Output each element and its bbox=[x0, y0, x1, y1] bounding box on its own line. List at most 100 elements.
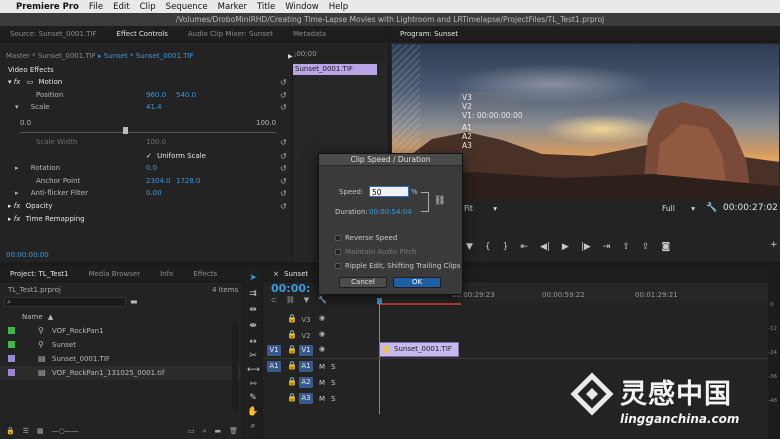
menu-title[interactable]: Title bbox=[257, 2, 275, 12]
export-frame-icon[interactable]: ◙ bbox=[661, 242, 670, 254]
go-to-out-icon[interactable]: ⇥ bbox=[603, 242, 611, 254]
step-back-icon[interactable]: ◀| bbox=[540, 242, 550, 254]
track-select-tool-icon[interactable]: ⇉ bbox=[247, 288, 259, 300]
reset-uniform-icon[interactable]: ↺ bbox=[280, 153, 288, 161]
tab-effect-controls[interactable]: Effect Controls bbox=[107, 30, 178, 38]
mute-button[interactable]: M bbox=[319, 395, 325, 403]
rotation-row[interactable]: ▸ Rotation bbox=[15, 162, 60, 174]
new-item-icon[interactable]: ▭ bbox=[188, 427, 195, 437]
clear-icon[interactable]: 🗑 bbox=[229, 427, 238, 437]
tab-timeline-sunset[interactable]: × Sunset bbox=[263, 270, 318, 278]
scale-slider-track[interactable] bbox=[20, 132, 276, 133]
add-marker-icon[interactable]: ▼ bbox=[304, 296, 309, 304]
list-view-icon[interactable]: ☰ bbox=[23, 427, 29, 437]
maintain-pitch-checkbox[interactable] bbox=[335, 249, 341, 255]
solo-button[interactable]: S bbox=[331, 395, 335, 403]
reset-motion-icon[interactable]: ↺ bbox=[280, 79, 288, 87]
slip-tool-icon[interactable]: ⟷ bbox=[247, 364, 260, 376]
antiflicker-expand-icon[interactable]: ▸ bbox=[15, 189, 21, 197]
reset-rotation-icon[interactable]: ↺ bbox=[280, 165, 288, 173]
reset-position-icon[interactable]: ↺ bbox=[280, 92, 288, 100]
tab-source[interactable]: Source: Sunset_0001.TIF bbox=[0, 30, 107, 38]
rolling-edit-tool-icon[interactable]: ⇼ bbox=[247, 320, 259, 332]
wrench-icon[interactable]: 🔧 bbox=[706, 203, 717, 213]
track-output-icon[interactable]: ◉ bbox=[319, 314, 325, 322]
rotation-expand-icon[interactable]: ▸ bbox=[15, 164, 21, 172]
slide-tool-icon[interactable]: ⇿ bbox=[247, 378, 259, 390]
new-bin-folder-icon[interactable]: ▬ bbox=[130, 297, 138, 306]
position-x-value[interactable]: 960.0 bbox=[146, 89, 166, 101]
menu-clip[interactable]: Clip bbox=[140, 2, 156, 12]
project-item[interactable]: ⚲ Sunset bbox=[0, 338, 240, 352]
mute-button[interactable]: M bbox=[319, 363, 325, 371]
tab-program[interactable]: Program: Sunset bbox=[390, 30, 468, 38]
motion-transform-icon[interactable]: ▭ bbox=[27, 78, 34, 86]
play-icon[interactable]: ▶ bbox=[562, 242, 569, 254]
track-output-icon[interactable]: ◉ bbox=[319, 345, 325, 353]
uniform-scale-check-icon[interactable]: ✓ bbox=[146, 152, 152, 160]
linked-selection-icon[interactable]: ⛓ bbox=[286, 296, 295, 304]
track-output-icon[interactable]: ◉ bbox=[319, 330, 325, 338]
button-editor-icon[interactable]: + bbox=[770, 240, 778, 250]
new-bin-icon[interactable]: ▬ bbox=[214, 427, 221, 437]
program-timecode[interactable]: 00:00:27:02 bbox=[723, 203, 778, 213]
anchor-y-value[interactable]: 1728.0 bbox=[176, 175, 201, 187]
menu-marker[interactable]: Marker bbox=[218, 2, 247, 12]
timeline-timecode[interactable]: 00:00: bbox=[271, 282, 310, 295]
scale-row[interactable]: ▾ Scale bbox=[15, 101, 50, 113]
mark-out-icon[interactable]: } bbox=[503, 242, 509, 254]
track-a3-label[interactable]: A3 bbox=[299, 393, 313, 404]
fit-dropdown[interactable]: Fit ▾ bbox=[464, 204, 524, 216]
time-remapping-row[interactable]: ▸ fx Time Remapping bbox=[8, 213, 85, 225]
lock-icon[interactable]: 🔒 bbox=[6, 427, 15, 437]
fx-badge-icon[interactable]: fx bbox=[14, 78, 21, 86]
track-lock-icon[interactable]: 🔒 bbox=[287, 345, 297, 354]
scale-value[interactable]: 41.4 bbox=[146, 101, 162, 113]
ok-button[interactable]: OK bbox=[393, 277, 441, 288]
reset-scale-width-icon[interactable]: ↺ bbox=[280, 139, 288, 147]
find-icon[interactable]: ⌕ bbox=[203, 427, 207, 437]
quality-dropdown[interactable]: Full ▾ bbox=[662, 204, 708, 216]
solo-button[interactable]: S bbox=[331, 379, 335, 387]
project-item[interactable]: ▤ VOF_RockPan1_131025_0001.tif bbox=[0, 366, 240, 380]
mark-in-icon[interactable]: { bbox=[485, 242, 491, 254]
position-y-value[interactable]: 540.0 bbox=[176, 89, 196, 101]
reset-anchor-icon[interactable]: ↺ bbox=[280, 178, 288, 186]
track-lock-icon[interactable]: 🔒 bbox=[287, 393, 297, 402]
menu-window[interactable]: Window bbox=[285, 2, 319, 12]
track-a2-label[interactable]: A2 bbox=[299, 377, 313, 388]
track-lock-icon[interactable]: 🔒 bbox=[287, 330, 297, 339]
rotation-value[interactable]: 0.0 bbox=[146, 162, 157, 174]
uniform-scale-row[interactable]: ✓ Uniform Scale bbox=[146, 150, 206, 162]
menu-sequence[interactable]: Sequence bbox=[166, 2, 208, 12]
scale-expand-icon[interactable]: ▾ bbox=[15, 103, 21, 111]
tab-effects[interactable]: Effects bbox=[183, 270, 227, 278]
track-lock-icon[interactable]: 🔒 bbox=[287, 377, 297, 386]
speed-input[interactable]: 50 bbox=[369, 186, 409, 197]
playhead-line[interactable] bbox=[379, 304, 380, 414]
reverse-speed-checkbox[interactable] bbox=[335, 235, 341, 241]
zoom-tool-icon[interactable]: ⌕ bbox=[247, 420, 259, 432]
tab-media-browser[interactable]: Media Browser bbox=[78, 270, 150, 278]
track-a1-label[interactable]: A1 bbox=[299, 361, 313, 372]
go-to-in-icon[interactable]: ⇤ bbox=[520, 242, 528, 254]
icon-view-icon[interactable]: ▦ bbox=[37, 427, 44, 437]
label-color-swatch[interactable] bbox=[8, 369, 15, 376]
add-marker-icon[interactable]: ▼ bbox=[466, 242, 473, 254]
tab-project[interactable]: Project: TL_Test1 bbox=[0, 270, 78, 278]
ripple-edit-tool-icon[interactable]: ⇹ bbox=[247, 304, 259, 316]
label-color-swatch[interactable] bbox=[8, 341, 15, 348]
label-color-swatch[interactable] bbox=[8, 327, 15, 334]
work-area-bar[interactable] bbox=[378, 303, 461, 305]
sequence-clip-label[interactable]: ▸ Sunset * Sunset_0001.TIF bbox=[98, 50, 194, 62]
tab-metadata[interactable]: Metadata bbox=[283, 30, 336, 38]
project-scrollbar[interactable] bbox=[232, 322, 238, 412]
track-v2-label[interactable]: V2 bbox=[299, 331, 313, 342]
ec-bottom-timecode[interactable]: 00:00:00:00 bbox=[6, 249, 49, 261]
reset-scale-icon[interactable]: ↺ bbox=[280, 104, 288, 112]
step-forward-icon[interactable]: |▶ bbox=[581, 242, 591, 254]
timeline-clip[interactable]: Sunset_0001.TIF bbox=[379, 342, 459, 357]
duration-value[interactable]: 00:00:54:04 bbox=[369, 208, 412, 216]
tab-info[interactable]: Info bbox=[150, 270, 183, 278]
track-v1-label[interactable]: V1 bbox=[299, 345, 313, 356]
